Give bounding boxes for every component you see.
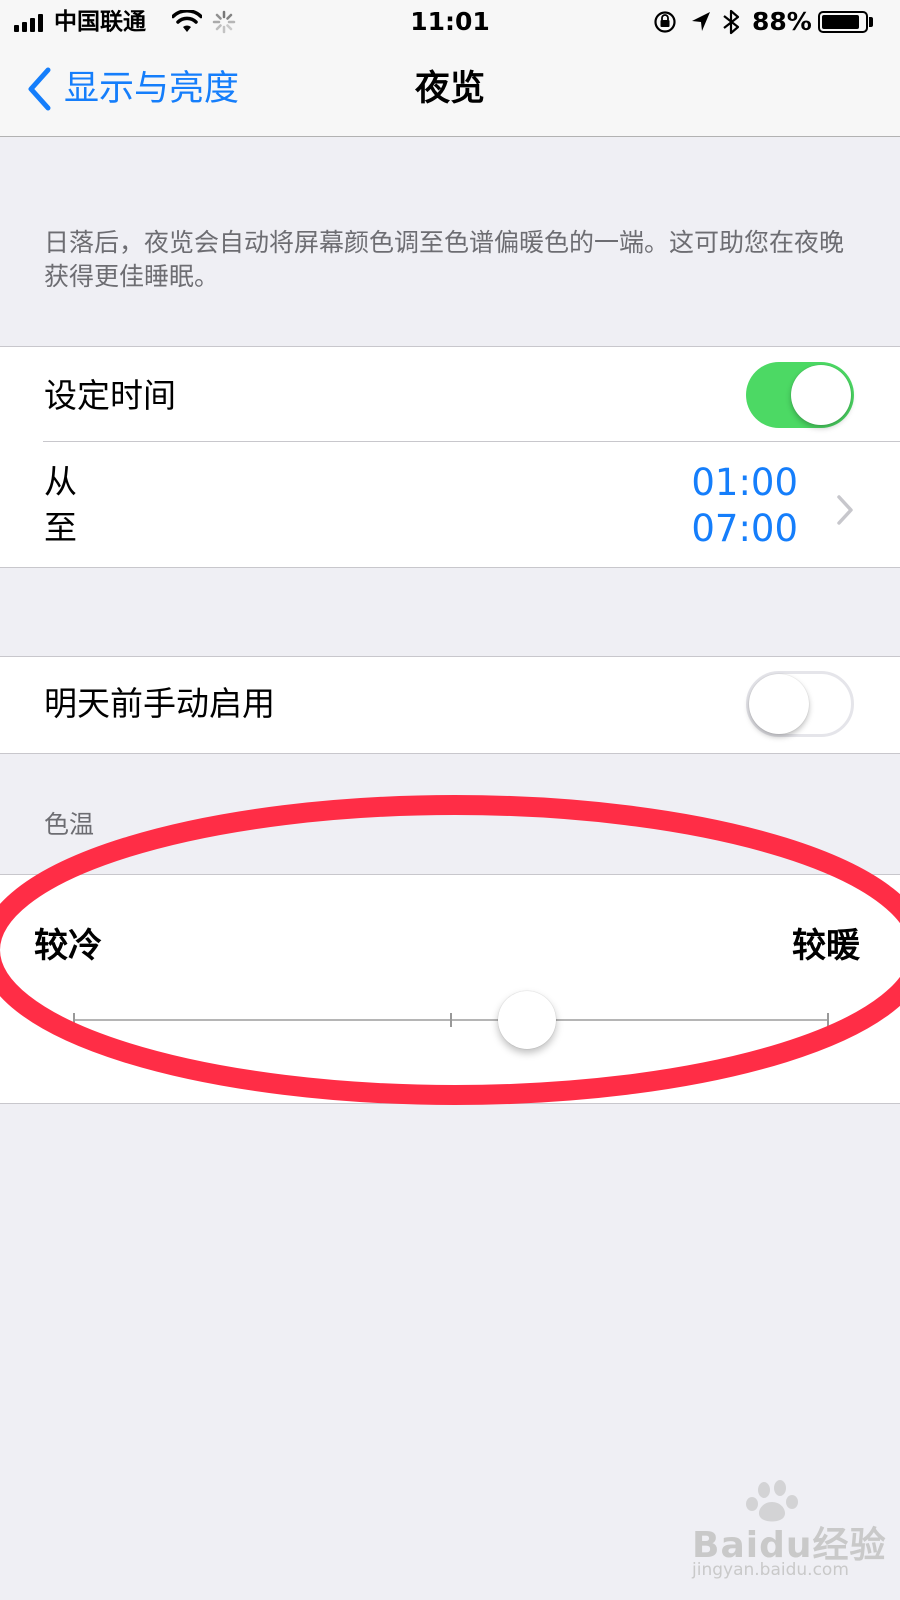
from-label: 从 [44,462,77,501]
chevron-right-icon [837,495,853,525]
back-button-label: 显示与亮度 [64,69,240,109]
from-time: 01:00 [691,461,798,504]
to-time: 07:00 [691,507,798,550]
scheduled-label: 设定时间 [44,376,176,415]
manual-enable-toggle[interactable] [746,671,854,737]
back-button[interactable]: 显示与亮度 [26,66,239,112]
battery-icon [818,11,868,33]
battery-tip [869,17,873,27]
highlight-ellipse [0,795,900,1105]
signal-icon [14,14,48,32]
watermark-url: jingyan.baidu.com [692,1560,849,1580]
page-title: 夜览 [414,69,485,109]
location-icon [692,12,710,31]
status-icons [654,9,740,35]
manual-enable-label: 明天前手动启用 [44,684,275,723]
wifi-icon [172,10,202,32]
scheduled-toggle[interactable] [746,362,854,428]
loading-icon [212,10,236,34]
bluetooth-icon [723,9,740,35]
carrier-name: 中国联通 [54,9,146,35]
orientation-lock-icon [654,11,676,33]
chevron-left-icon [28,67,51,111]
night-shift-description: 日落后，夜览会自动将屏幕颜色调至色谱偏暖色的一端。这可助您在夜晚获得更佳睡眠。 [44,228,845,291]
to-label: 至 [44,508,77,547]
status-time: 11:01 [410,7,490,36]
battery-percentage: 88% [752,7,812,36]
toggle-knob [791,365,851,425]
toggle-knob [749,674,809,734]
